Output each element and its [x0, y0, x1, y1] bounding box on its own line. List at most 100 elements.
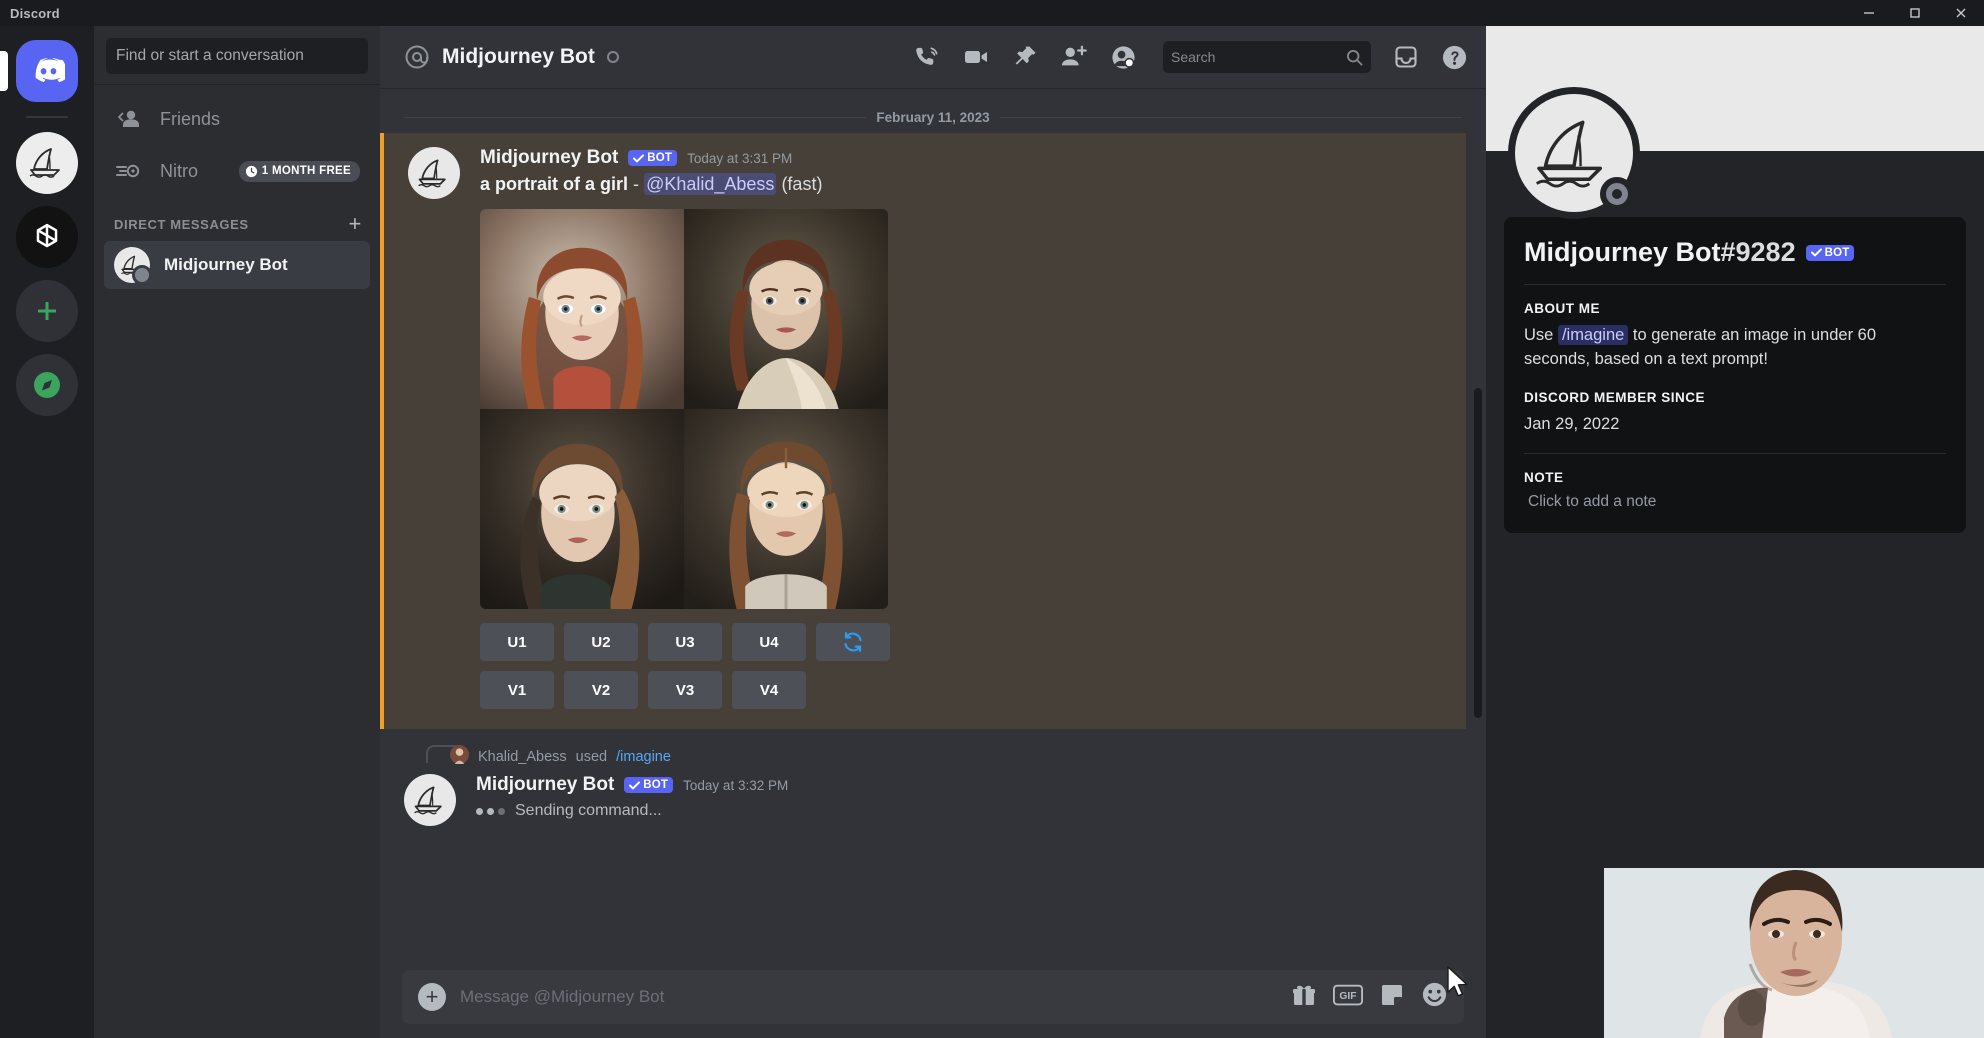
channel-header-actions: Search — [913, 41, 1468, 73]
message-author[interactable]: Midjourney Bot — [480, 147, 618, 169]
upscale-button-u3[interactable]: U3 — [648, 623, 722, 661]
rail-item-add-server[interactable] — [16, 280, 78, 342]
close-icon[interactable] — [1938, 0, 1984, 26]
generated-image-3[interactable] — [480, 409, 684, 609]
message-prompt-line: a portrait of a girl - @Khalid_Abess (fa… — [480, 174, 1442, 195]
find-conversation-placeholder: Find or start a conversation — [116, 47, 304, 65]
page-title: Midjourney Bot — [442, 45, 595, 69]
attach-file-button[interactable]: + — [418, 983, 446, 1011]
message-scrollbar[interactable] — [1474, 388, 1482, 718]
add-friend-icon[interactable] — [1060, 44, 1088, 70]
search-input[interactable]: Search — [1163, 41, 1371, 73]
slash-command-context: Khalid_Abess used /imagine — [450, 745, 1462, 768]
check-icon — [629, 781, 640, 790]
profile-divider-2 — [1524, 453, 1946, 454]
dm-list-item-midjourney-bot[interactable]: Midjourney Bot — [104, 241, 370, 289]
svg-text:GIF: GIF — [1339, 991, 1356, 1002]
rail-divider — [26, 116, 68, 118]
avatar[interactable] — [1508, 87, 1640, 219]
dm-list: Friends Nitro — [94, 85, 380, 1038]
active-pill — [0, 51, 8, 91]
status-badge: BOT — [624, 777, 673, 793]
variation-button-v3[interactable]: V3 — [648, 671, 722, 709]
about-me-header: ABOUT ME — [1524, 301, 1946, 316]
webcam-subject — [1604, 868, 1984, 1038]
mention-user[interactable]: @Khalid_Abess — [644, 173, 776, 195]
maximize-icon[interactable] — [1892, 0, 1938, 26]
upscale-button-u2[interactable]: U2 — [564, 623, 638, 661]
inbox-icon[interactable] — [1393, 44, 1419, 70]
upscale-button-row: U1 U2 U3 U4 — [480, 623, 1442, 661]
check-icon — [1811, 248, 1822, 257]
variation-button-row: V1 V2 V3 V4 — [480, 671, 1442, 709]
rail-item-midjourney-server[interactable] — [16, 132, 78, 194]
search-placeholder: Search — [1171, 49, 1215, 65]
create-dm-button[interactable]: + — [349, 213, 362, 235]
dm-section-label: DIRECT MESSAGES — [114, 217, 249, 232]
sidebar-item-nitro[interactable]: Nitro 1 MONTH FREE — [104, 147, 370, 195]
rail-item-discord-home[interactable] — [16, 40, 78, 102]
slash-command-name[interactable]: /imagine — [616, 749, 671, 765]
webcam-overlay — [1600, 866, 1984, 1038]
midjourney-avatar-icon — [408, 147, 460, 199]
message-input-placeholder[interactable]: Message @Midjourney Bot — [460, 987, 1277, 1007]
divider-line-right — [1000, 117, 1462, 118]
loading-dots-icon — [476, 808, 505, 815]
message-author[interactable]: Midjourney Bot — [476, 774, 614, 796]
help-icon[interactable] — [1441, 44, 1468, 71]
channel-status-offline-icon — [607, 51, 619, 63]
call-icon[interactable] — [913, 44, 940, 71]
find-conversation-input[interactable]: Find or start a conversation — [106, 38, 368, 74]
reroll-button[interactable] — [816, 623, 890, 661]
slash-command-user[interactable]: Khalid_Abess — [478, 749, 567, 765]
variation-button-v2[interactable]: V2 — [564, 671, 638, 709]
divider-line-left — [404, 117, 866, 118]
server-rail — [0, 26, 94, 1038]
message-sending-command: Khalid_Abess used /imagine — [380, 729, 1486, 830]
message-midjourney-result: Midjourney Bot BOT Today at 3:31 PM a po… — [380, 133, 1466, 729]
app-title: Discord — [10, 6, 60, 21]
message-list: February 11, 2023 — [380, 88, 1486, 970]
avatar[interactable] — [404, 774, 456, 826]
bot-tag-label: BOT — [647, 152, 672, 164]
nitro-badge-label: 1 MONTH FREE — [262, 165, 351, 177]
avatar[interactable] — [408, 147, 460, 199]
pin-icon[interactable] — [1012, 44, 1038, 70]
upscale-button-u1[interactable]: U1 — [480, 623, 554, 661]
friends-icon — [114, 108, 144, 130]
about-me-command[interactable]: /imagine — [1558, 325, 1628, 345]
mouse-cursor — [1446, 966, 1472, 1005]
upscale-button-u4[interactable]: U4 — [732, 623, 806, 661]
sidebar-item-friends[interactable]: Friends — [104, 95, 370, 143]
gift-icon[interactable] — [1291, 982, 1317, 1013]
date-divider: February 11, 2023 — [404, 110, 1462, 125]
check-icon — [633, 154, 644, 163]
video-icon[interactable] — [962, 43, 990, 71]
variation-button-v1[interactable]: V1 — [480, 671, 554, 709]
message-body: Sending command... — [476, 802, 1462, 820]
sticker-icon[interactable] — [1379, 982, 1405, 1013]
search-icon — [1346, 49, 1363, 66]
rail-item-explore-servers[interactable] — [16, 354, 78, 416]
profile-name-row: Midjourney Bot#9282 BOT — [1524, 237, 1946, 268]
generated-image-1[interactable] — [480, 209, 684, 409]
minimize-icon[interactable] — [1846, 0, 1892, 26]
generated-image-2[interactable] — [684, 209, 888, 409]
emoji-icon[interactable] — [1421, 981, 1448, 1013]
gif-icon[interactable]: GIF — [1333, 984, 1363, 1011]
note-input[interactable]: Click to add a note — [1524, 493, 1946, 511]
variation-button-v4[interactable]: V4 — [732, 671, 806, 709]
user-profile-icon[interactable] — [1110, 44, 1137, 71]
dm-sidebar: Find or start a conversation Friends — [94, 26, 380, 1038]
bot-tag-label: BOT — [1825, 247, 1850, 259]
message-composer[interactable]: + Message @Midjourney Bot — [402, 970, 1464, 1024]
main-chat-area: Midjourney Bot — [380, 26, 1486, 1038]
openai-icon — [16, 206, 78, 268]
generated-image-grid[interactable] — [480, 209, 888, 609]
generated-image-4[interactable] — [684, 409, 888, 609]
rail-item-openai-server[interactable] — [16, 206, 78, 268]
composer-actions: GIF — [1291, 981, 1448, 1013]
nitro-label: Nitro — [160, 161, 198, 182]
prompt-mode: (fast) — [781, 174, 822, 194]
about-me-pre: Use — [1524, 326, 1553, 344]
